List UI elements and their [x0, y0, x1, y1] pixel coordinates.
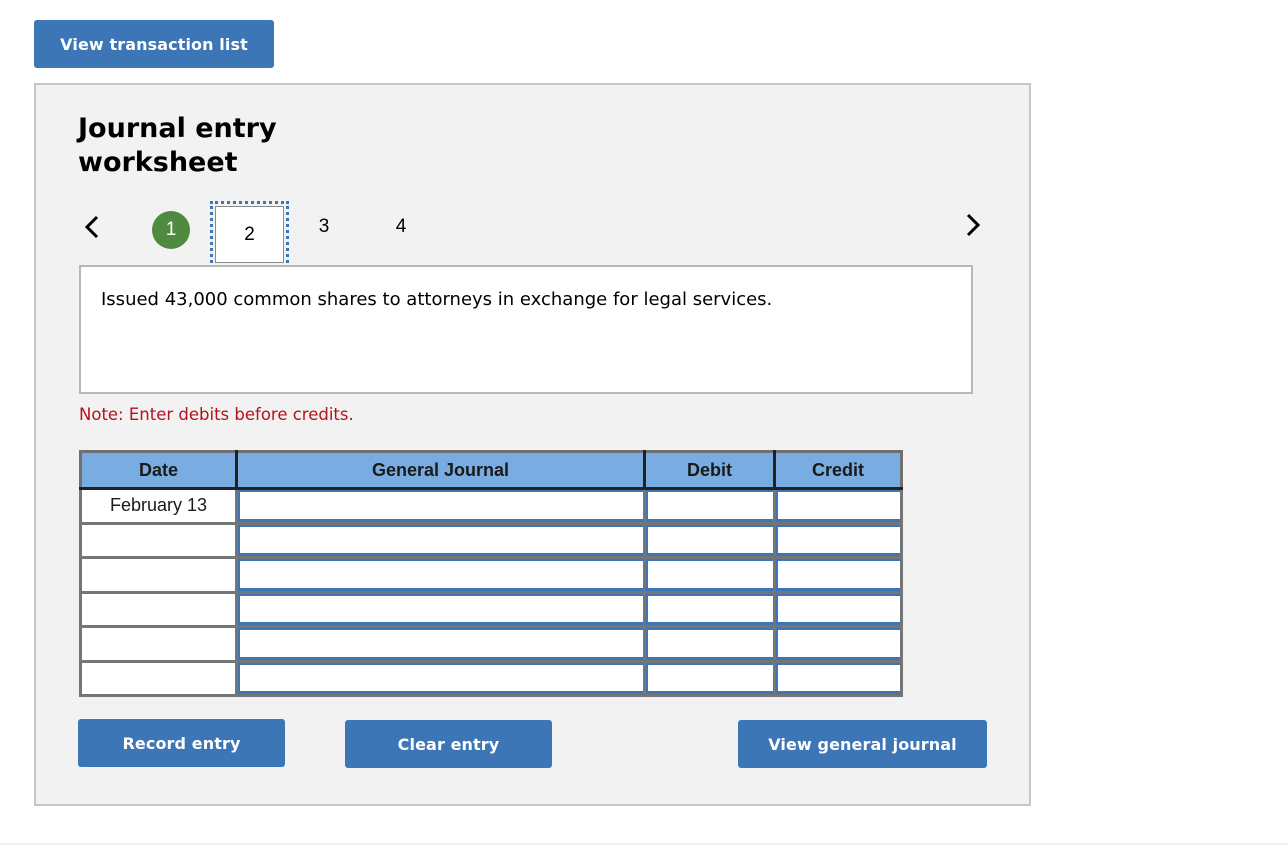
credit-input[interactable] — [776, 524, 900, 556]
account-cell — [235, 625, 646, 663]
date-cell — [79, 521, 238, 559]
debit-input[interactable] — [646, 662, 773, 694]
account-cell — [235, 590, 646, 628]
column-header-debit: Debit — [643, 450, 776, 490]
chevron-right-icon[interactable] — [963, 212, 983, 238]
table-row — [79, 521, 903, 559]
credit-input[interactable] — [776, 593, 900, 625]
credit-input[interactable] — [776, 628, 900, 660]
debit-cell — [643, 590, 776, 628]
debit-input[interactable] — [646, 490, 773, 522]
step-current-box: 2 — [215, 206, 284, 263]
column-header-date: Date — [79, 450, 238, 490]
debit-input[interactable] — [646, 593, 773, 625]
date-cell — [79, 590, 238, 628]
account-dropdown[interactable] — [238, 490, 643, 522]
debit-credit-note: Note: Enter debits before credits. — [79, 405, 354, 424]
debit-cell — [643, 659, 776, 697]
credit-cell — [773, 659, 903, 697]
credit-cell — [773, 590, 903, 628]
credit-input[interactable] — [776, 559, 900, 591]
table-row — [79, 625, 903, 663]
account-dropdown[interactable] — [238, 524, 643, 556]
step-1-completed[interactable]: 1 — [152, 211, 190, 249]
chevron-left-icon[interactable] — [82, 214, 102, 240]
step-2-current[interactable]: 2 — [210, 201, 289, 268]
step-4[interactable]: 4 — [391, 216, 411, 238]
column-header-credit: Credit — [773, 450, 903, 490]
debit-cell — [643, 625, 776, 663]
page-divider — [0, 843, 1288, 845]
date-cell — [79, 556, 238, 594]
debit-cell — [643, 521, 776, 559]
credit-cell — [773, 487, 903, 525]
account-cell — [235, 556, 646, 594]
debit-cell — [643, 556, 776, 594]
transaction-description-box: Issued 43,000 common shares to attorneys… — [79, 265, 973, 394]
table-row: February 13 — [79, 487, 903, 525]
transaction-description: Issued 43,000 common shares to attorneys… — [101, 289, 773, 310]
date-cell: February 13 — [79, 487, 238, 525]
account-cell — [235, 521, 646, 559]
credit-cell — [773, 625, 903, 663]
date-cell — [79, 625, 238, 663]
credit-cell — [773, 556, 903, 594]
account-dropdown[interactable] — [238, 662, 643, 694]
table-row — [79, 659, 903, 697]
step-label: 1 — [165, 219, 177, 240]
worksheet-title: Journal entry worksheet — [78, 113, 277, 178]
account-dropdown[interactable] — [238, 593, 643, 625]
debit-input[interactable] — [646, 628, 773, 660]
credit-input[interactable] — [776, 490, 900, 522]
step-label: 2 — [244, 223, 255, 245]
journal-entry-worksheet-panel — [34, 83, 1031, 806]
debit-cell — [643, 487, 776, 525]
clear-entry-button[interactable]: Clear entry — [345, 720, 552, 768]
view-transaction-list-button[interactable]: View transaction list — [34, 20, 274, 68]
credit-input[interactable] — [776, 662, 900, 694]
account-cell — [235, 487, 646, 525]
debit-input[interactable] — [646, 524, 773, 556]
account-dropdown[interactable] — [238, 628, 643, 660]
record-entry-button[interactable]: Record entry — [78, 719, 285, 767]
step-3[interactable]: 3 — [314, 216, 334, 238]
date-cell — [79, 659, 238, 697]
table-header-row: Date General Journal Debit Credit — [79, 450, 903, 490]
journal-entry-table: Date General Journal Debit Credit Februa… — [79, 450, 903, 697]
column-header-general-journal: General Journal — [235, 450, 646, 490]
table-row — [79, 556, 903, 594]
debit-input[interactable] — [646, 559, 773, 591]
account-cell — [235, 659, 646, 697]
account-dropdown[interactable] — [238, 559, 643, 591]
table-row — [79, 590, 903, 628]
view-general-journal-button[interactable]: View general journal — [738, 720, 987, 768]
credit-cell — [773, 521, 903, 559]
